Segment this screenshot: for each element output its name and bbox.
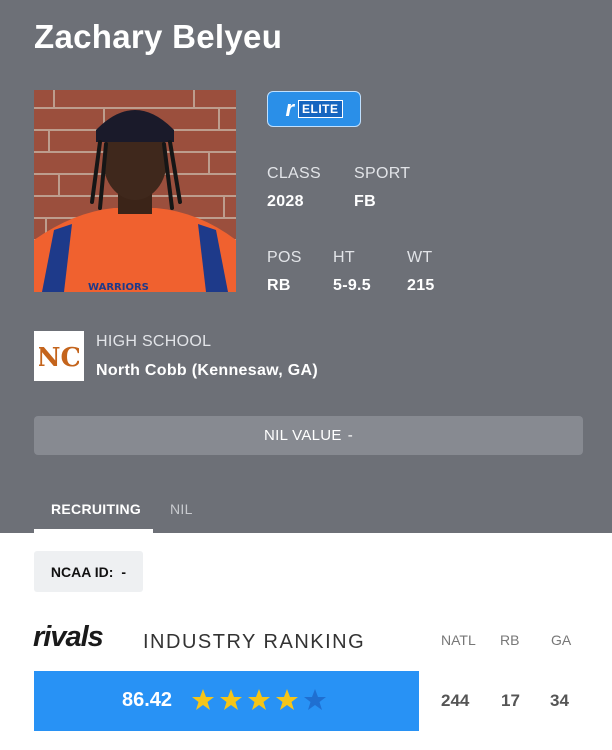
ncaa-id-value: - bbox=[121, 563, 127, 580]
tab-recruiting[interactable]: RECRUITING bbox=[51, 501, 141, 517]
school-logo[interactable]: NC bbox=[34, 331, 84, 381]
rank-natl: 244 bbox=[441, 691, 470, 710]
sport-value: FB bbox=[354, 193, 376, 210]
weight-value: 215 bbox=[407, 277, 435, 294]
elite-badge: r ELITE bbox=[267, 91, 361, 127]
player-header: Zachary Belyeu WARRIORS r ELITE CLASS 20… bbox=[0, 0, 612, 533]
elite-label: ELITE bbox=[298, 100, 343, 118]
rank-ga: 34 bbox=[550, 691, 569, 710]
nil-value: - bbox=[347, 427, 354, 444]
rank-rb: 17 bbox=[501, 691, 520, 710]
rating-bar: 86.42 bbox=[34, 671, 419, 731]
col-header-rb: RB bbox=[500, 632, 520, 648]
pos-value: RB bbox=[267, 277, 291, 294]
tab-nil[interactable]: NIL bbox=[170, 501, 193, 517]
high-school-label: HIGH SCHOOL bbox=[96, 333, 212, 350]
nil-value-label: NIL VALUE bbox=[263, 427, 342, 444]
star-filled-icon bbox=[220, 689, 242, 710]
col-header-natl: NATL bbox=[441, 632, 476, 648]
player-photo: WARRIORS bbox=[34, 90, 236, 292]
rating-value: 86.42 bbox=[122, 689, 173, 711]
star-filled-icon bbox=[276, 689, 298, 710]
star-empty-icon bbox=[304, 689, 326, 710]
pos-label: POS bbox=[267, 249, 302, 266]
ncaa-id-box: NCAA ID: - bbox=[34, 551, 143, 592]
height-value: 5-9.5 bbox=[333, 277, 371, 294]
class-label: CLASS bbox=[267, 165, 321, 182]
high-school-name[interactable]: North Cobb (Kennesaw, GA) bbox=[96, 362, 318, 380]
school-logo-icon: NC bbox=[39, 343, 79, 373]
sport-label: SPORT bbox=[354, 165, 411, 182]
height-label: HT bbox=[333, 249, 355, 266]
nil-value-bar: NIL VALUE - bbox=[34, 416, 583, 455]
industry-ranking-title: INDUSTRY RANKING bbox=[143, 631, 366, 653]
rivals-r-icon: r bbox=[285, 96, 295, 121]
active-tab-indicator bbox=[34, 529, 153, 533]
col-header-ga: GA bbox=[551, 632, 572, 648]
class-value: 2028 bbox=[267, 193, 304, 210]
ncaa-id-label: NCAA ID: bbox=[50, 563, 114, 580]
weight-label: WT bbox=[407, 249, 433, 266]
svg-text:WARRIORS: WARRIORS bbox=[88, 282, 149, 292]
player-name: Zachary Belyeu bbox=[34, 18, 283, 55]
rivals-logo: rivals bbox=[33, 621, 104, 653]
star-filled-icon bbox=[192, 689, 214, 710]
star-filled-icon bbox=[248, 689, 270, 710]
svg-text:NC: NC bbox=[39, 343, 79, 373]
